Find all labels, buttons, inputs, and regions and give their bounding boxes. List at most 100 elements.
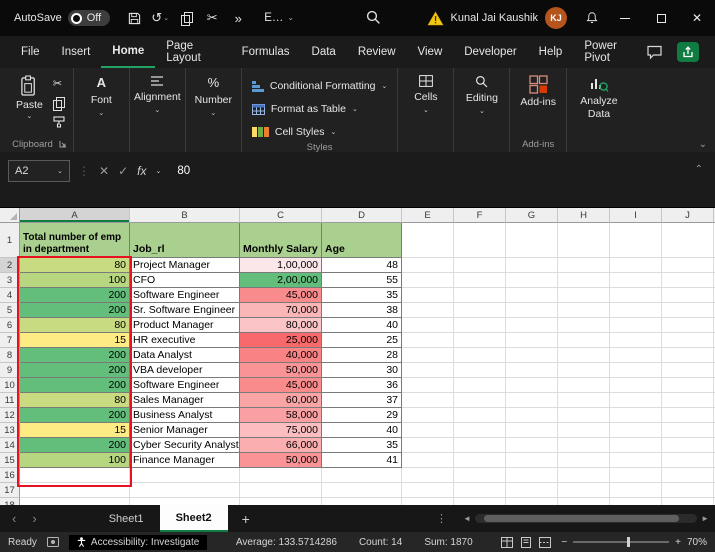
- cell-J7[interactable]: [662, 333, 714, 348]
- row-header-15[interactable]: 15: [0, 453, 20, 468]
- cell-J14[interactable]: [662, 438, 714, 453]
- collapse-ribbon-button[interactable]: ⌄: [699, 139, 707, 150]
- cell-H18[interactable]: [558, 498, 610, 505]
- zoom-level[interactable]: 70%: [687, 537, 707, 548]
- cell-D16[interactable]: [322, 468, 402, 483]
- cell-B14[interactable]: Cyber Security Analyst: [130, 438, 240, 453]
- cell-H16[interactable]: [558, 468, 610, 483]
- cell-D6[interactable]: 40: [322, 318, 402, 333]
- copy-button[interactable]: [53, 97, 64, 109]
- cell-E18[interactable]: [402, 498, 454, 505]
- cell-I7[interactable]: [610, 333, 662, 348]
- column-header-e[interactable]: E: [402, 208, 454, 223]
- addins-button[interactable]: Add-ins: [516, 73, 560, 136]
- cell-D4[interactable]: 35: [322, 288, 402, 303]
- cell-H13[interactable]: [558, 423, 610, 438]
- accessibility-status[interactable]: Accessibility: Investigate: [69, 535, 207, 550]
- zoom-slider-thumb[interactable]: [627, 537, 630, 547]
- cell-F14[interactable]: [454, 438, 506, 453]
- cell-H15[interactable]: [558, 453, 610, 468]
- cell-H1[interactable]: [558, 223, 610, 258]
- cell-A17[interactable]: [20, 483, 130, 498]
- cell-I18[interactable]: [610, 498, 662, 505]
- cell-F15[interactable]: [454, 453, 506, 468]
- cell-I5[interactable]: [610, 303, 662, 318]
- cell-J18[interactable]: [662, 498, 714, 505]
- cell-I9[interactable]: [610, 363, 662, 378]
- cell-J9[interactable]: [662, 363, 714, 378]
- cell-F1[interactable]: [454, 223, 506, 258]
- row-header-11[interactable]: 11: [0, 393, 20, 408]
- cell-J2[interactable]: [662, 258, 714, 273]
- cell-D3[interactable]: 55: [322, 273, 402, 288]
- cell-A1[interactable]: Total number of emp in department: [20, 223, 130, 258]
- menu-tab-data[interactable]: Data: [301, 36, 347, 68]
- cell-F5[interactable]: [454, 303, 506, 318]
- cell-D5[interactable]: 38: [322, 303, 402, 318]
- cells-group-collapsed[interactable]: Cells ⌄: [398, 68, 454, 152]
- row-header-16[interactable]: 16: [0, 468, 20, 483]
- cell-E11[interactable]: [402, 393, 454, 408]
- cut-button[interactable]: ✂: [53, 77, 65, 90]
- cell-C17[interactable]: [240, 483, 322, 498]
- cell-G15[interactable]: [506, 453, 558, 468]
- cell-A13[interactable]: 15: [20, 423, 130, 438]
- cell-I1[interactable]: [610, 223, 662, 258]
- scrollbar-track[interactable]: [475, 514, 697, 523]
- cell-J12[interactable]: [662, 408, 714, 423]
- cell-E15[interactable]: [402, 453, 454, 468]
- copy-button[interactable]: [174, 5, 198, 31]
- autosave-toggle[interactable]: Off: [68, 10, 110, 26]
- cell-D1[interactable]: Age: [322, 223, 402, 258]
- paste-button[interactable]: Paste ⌄: [12, 73, 47, 136]
- cell-I11[interactable]: [610, 393, 662, 408]
- cell-A9[interactable]: 200: [20, 363, 130, 378]
- document-title[interactable]: E… ⌄: [264, 12, 294, 24]
- cell-G5[interactable]: [506, 303, 558, 318]
- cell-G17[interactable]: [506, 483, 558, 498]
- menu-tab-power-pivot[interactable]: Power Pivot: [573, 36, 646, 68]
- cell-C16[interactable]: [240, 468, 322, 483]
- cell-J11[interactable]: [662, 393, 714, 408]
- format-as-table-button[interactable]: Format as Table ⌄: [248, 99, 392, 119]
- insert-function-button[interactable]: fx: [137, 164, 146, 178]
- cell-I12[interactable]: [610, 408, 662, 423]
- cell-G2[interactable]: [506, 258, 558, 273]
- row-header-1[interactable]: 1: [0, 223, 20, 258]
- cell-E14[interactable]: [402, 438, 454, 453]
- cell-styles-button[interactable]: Cell Styles ⌄: [248, 122, 392, 142]
- cell-D7[interactable]: 25: [322, 333, 402, 348]
- cell-E4[interactable]: [402, 288, 454, 303]
- cell-C13[interactable]: 75,000: [240, 423, 322, 438]
- cell-I8[interactable]: [610, 348, 662, 363]
- cell-C18[interactable]: [240, 498, 322, 505]
- cell-J13[interactable]: [662, 423, 714, 438]
- cell-J15[interactable]: [662, 453, 714, 468]
- cell-E17[interactable]: [402, 483, 454, 498]
- cell-D17[interactable]: [322, 483, 402, 498]
- cell-B8[interactable]: Data Analyst: [130, 348, 240, 363]
- format-painter-button[interactable]: [53, 116, 65, 128]
- cell-B16[interactable]: [130, 468, 240, 483]
- menu-tab-help[interactable]: Help: [528, 36, 574, 68]
- cell-J3[interactable]: [662, 273, 714, 288]
- cell-G18[interactable]: [506, 498, 558, 505]
- select-all-button[interactable]: [0, 208, 20, 223]
- cell-G7[interactable]: [506, 333, 558, 348]
- column-header-c[interactable]: C: [240, 208, 322, 223]
- row-header-9[interactable]: 9: [0, 363, 20, 378]
- menu-tab-insert[interactable]: Insert: [51, 36, 102, 68]
- cell-A18[interactable]: [20, 498, 130, 505]
- cell-H2[interactable]: [558, 258, 610, 273]
- cell-F2[interactable]: [454, 258, 506, 273]
- zoom-in-button[interactable]: +: [675, 537, 681, 548]
- cell-F12[interactable]: [454, 408, 506, 423]
- qat-overflow-button[interactable]: »: [226, 5, 250, 31]
- cell-J16[interactable]: [662, 468, 714, 483]
- cell-C3[interactable]: 2,00,000: [240, 273, 322, 288]
- cell-F18[interactable]: [454, 498, 506, 505]
- cell-E3[interactable]: [402, 273, 454, 288]
- cell-J1[interactable]: [662, 223, 714, 258]
- undo-button[interactable]: ↺⌄: [148, 5, 172, 31]
- alignment-group-collapsed[interactable]: Alignment ⌄: [130, 68, 186, 152]
